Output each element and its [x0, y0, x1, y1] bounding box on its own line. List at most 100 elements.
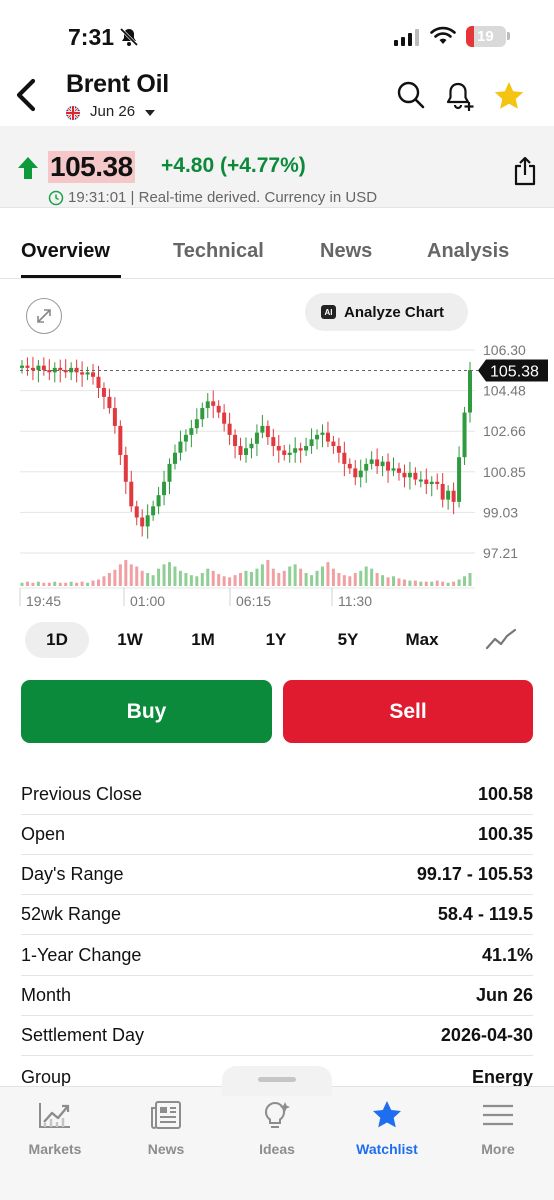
- period-1d[interactable]: 1D: [25, 622, 89, 658]
- candle-body: [156, 495, 161, 507]
- y-tick-label: 100.85: [483, 464, 526, 480]
- add-alert-bell-icon[interactable]: [444, 80, 476, 112]
- candle-body: [402, 472, 407, 478]
- candle-body: [342, 452, 347, 464]
- period-1w[interactable]: 1W: [100, 622, 160, 658]
- stat-value: 41.1%: [481, 945, 533, 965]
- contract-selector[interactable]: Jun 26: [90, 103, 135, 120]
- chart-type-button[interactable]: [470, 620, 532, 660]
- search-icon[interactable]: [396, 80, 426, 110]
- candle-body: [331, 441, 336, 447]
- volume-bar: [288, 566, 292, 586]
- stat-row-days-range: Day's Range 99.17 - 105.53: [21, 855, 533, 895]
- candle-body: [358, 470, 363, 478]
- candle-body: [298, 448, 303, 451]
- period-1m[interactable]: 1M: [173, 622, 233, 658]
- volume-bar: [419, 581, 423, 586]
- candle-body: [216, 405, 221, 413]
- volume-bar: [315, 570, 319, 586]
- volume-bar: [277, 573, 281, 586]
- candle-body: [396, 468, 401, 473]
- nav-markets[interactable]: Markets: [10, 1100, 100, 1157]
- last-price-label: 105.38: [490, 364, 539, 381]
- candle-body: [58, 367, 63, 371]
- volume-bar: [402, 579, 406, 586]
- up-arrow-icon: [18, 157, 38, 179]
- stat-label: Previous Close: [21, 784, 143, 804]
- volume-bar: [320, 566, 324, 586]
- volume-bar: [64, 582, 68, 586]
- volume-bar: [244, 570, 248, 586]
- candle-body: [96, 376, 101, 388]
- stat-row-52wk-range: 52wk Range 58.4 - 119.5: [21, 895, 533, 935]
- price-chart[interactable]: 106.30 104.48 102.66 100.85 99.03 97.21 105.38…: [0, 340, 554, 615]
- buy-button[interactable]: Buy: [21, 680, 272, 743]
- nav-label: Watchlist: [356, 1141, 418, 1157]
- candle-body: [424, 479, 429, 484]
- candle-body: [336, 446, 341, 453]
- volume-bar: [271, 568, 275, 586]
- x-tick-label: 06:15: [236, 593, 271, 609]
- sell-button[interactable]: Sell: [283, 680, 533, 743]
- volume-bar: [353, 573, 357, 586]
- drag-handle[interactable]: [258, 1077, 296, 1082]
- expand-chart-button[interactable]: [26, 298, 62, 334]
- volume-bar: [96, 579, 100, 586]
- volume-bar: [337, 573, 341, 586]
- volume-bar: [392, 576, 396, 586]
- candle-body: [369, 459, 374, 464]
- period-5y[interactable]: 5Y: [318, 622, 378, 658]
- volume-bar: [124, 560, 128, 586]
- volume-bar: [102, 576, 106, 586]
- volume-bar: [31, 582, 35, 586]
- candle-body: [380, 461, 385, 467]
- candle-body: [200, 408, 205, 420]
- chevron-down-icon[interactable]: [145, 110, 155, 116]
- candle-body: [211, 401, 216, 406]
- ai-icon: AI: [321, 305, 336, 319]
- stat-row-open: Open 100.35: [21, 815, 533, 855]
- candle-body: [151, 506, 156, 516]
- candle-body: [189, 428, 194, 435]
- x-tick-label: 01:00: [130, 593, 165, 609]
- back-arrow-icon[interactable]: [14, 78, 40, 112]
- volume-bar: [58, 582, 62, 586]
- volume-bar: [326, 562, 330, 586]
- status-time: 7:31: [68, 24, 115, 50]
- nav-watchlist[interactable]: Watchlist: [342, 1100, 432, 1157]
- tab-analysis[interactable]: Analysis: [427, 240, 509, 263]
- nav-more[interactable]: More: [453, 1100, 543, 1157]
- volume-bar: [173, 566, 177, 586]
- y-tick-label: 102.66: [483, 423, 526, 439]
- nav-ideas[interactable]: Ideas: [232, 1100, 322, 1157]
- star-icon: [373, 1101, 401, 1128]
- nav-news[interactable]: News: [121, 1100, 211, 1157]
- stat-row-settlement-day: Settlement Day 2026-04-30: [21, 1016, 533, 1056]
- x-tick-label: 11:30: [338, 593, 372, 609]
- markets-icon: [39, 1103, 70, 1128]
- nav-label: News: [147, 1141, 185, 1157]
- candle-body: [25, 365, 30, 368]
- tab-overview[interactable]: Overview: [21, 240, 110, 263]
- stat-row-1-year-change: 1-Year Change 41.1%: [21, 936, 533, 976]
- y-tick-label: 99.03: [483, 504, 518, 520]
- tab-news[interactable]: News: [320, 240, 372, 263]
- period-max[interactable]: Max: [392, 622, 452, 658]
- volume-bar: [217, 574, 221, 586]
- tab-technical[interactable]: Technical: [173, 240, 264, 263]
- candle-body: [140, 517, 145, 527]
- volume-bar: [397, 578, 401, 586]
- volume-bar: [157, 568, 161, 586]
- share-icon[interactable]: [512, 156, 538, 186]
- volume-bar: [36, 581, 40, 586]
- watchlist-star-icon[interactable]: [493, 80, 525, 112]
- candle-body: [364, 463, 369, 471]
- stat-value: 58.4 - 119.5: [437, 904, 533, 924]
- analyze-chart-button[interactable]: AI Analyze Chart: [305, 293, 468, 331]
- volume-bar: [25, 581, 29, 586]
- candle-body: [91, 372, 96, 377]
- news-icon: [151, 1101, 181, 1129]
- volume-bar: [20, 582, 24, 586]
- period-1y[interactable]: 1Y: [246, 622, 306, 658]
- candle-body: [429, 481, 434, 484]
